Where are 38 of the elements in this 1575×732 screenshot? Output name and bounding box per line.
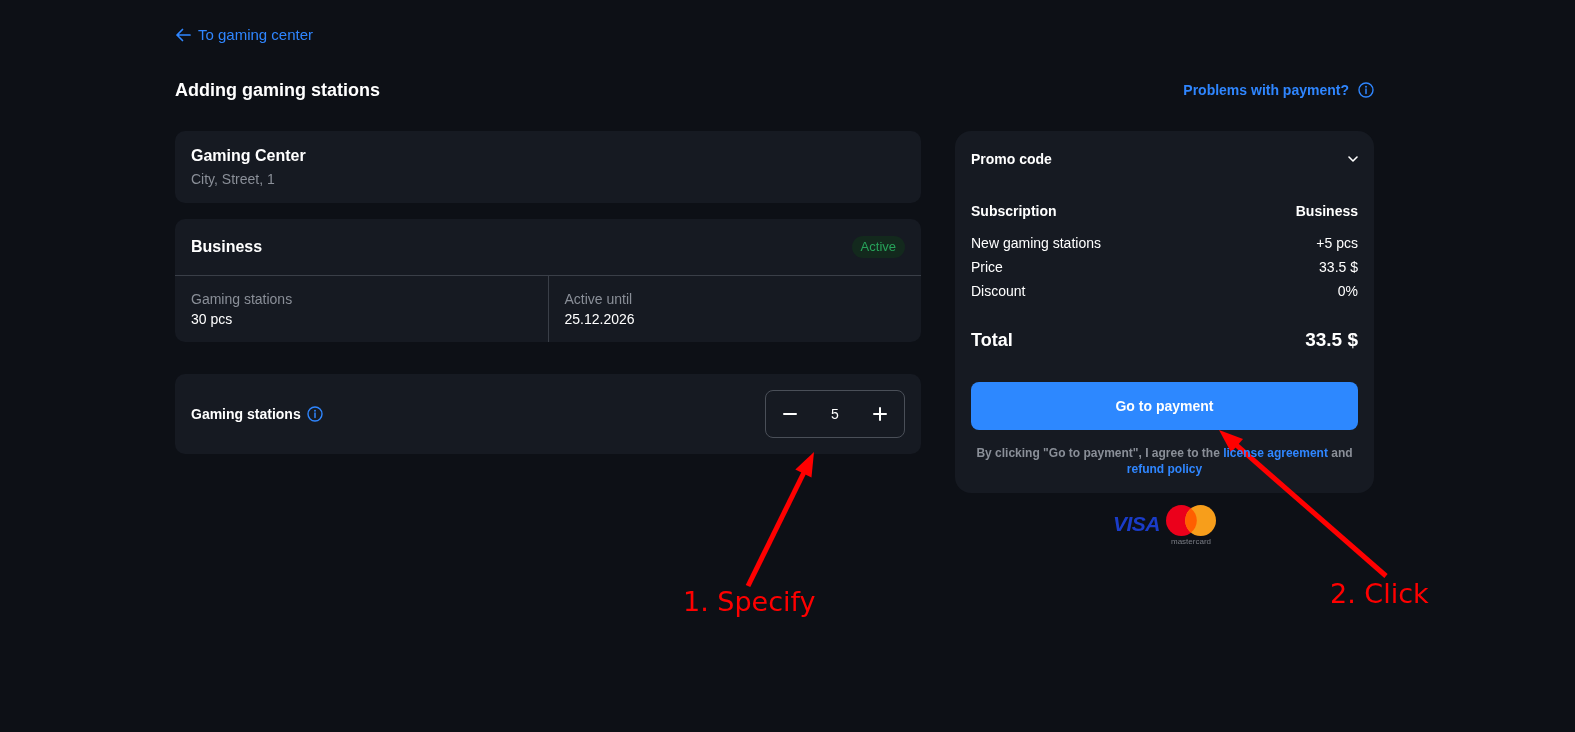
help-link[interactable]: Problems with payment? xyxy=(1183,81,1349,99)
info-icon xyxy=(1358,82,1374,98)
summary-value: Business xyxy=(1295,202,1358,221)
overlapping-circles-icon xyxy=(1166,505,1216,536)
go-to-payment-button[interactable]: Go to payment xyxy=(971,382,1358,430)
stat-value: 25.12.2026 xyxy=(564,310,636,329)
stations-label: Gaming stations xyxy=(191,405,301,423)
status-badge: Active xyxy=(851,236,905,258)
stat-label: Active until xyxy=(564,290,634,309)
card-logo-wordmark: mastercard xyxy=(1171,537,1211,546)
stat-label: Gaming stations xyxy=(191,290,294,309)
promo-code-toggle[interactable]: Promo code xyxy=(971,150,1052,168)
total-label: Total xyxy=(971,329,1013,352)
info-icon xyxy=(306,406,323,422)
back-link[interactable]: To gaming center xyxy=(175,26,314,44)
chevron-down-icon[interactable] xyxy=(1348,156,1358,162)
annotation-label: 1. Specify xyxy=(683,586,816,618)
summary-value: 0% xyxy=(1337,282,1358,301)
minus-icon xyxy=(783,413,797,415)
club-name: Gaming Center xyxy=(191,146,307,166)
card-logo-wordmark: VISA xyxy=(1113,513,1160,535)
page-title: Adding gaming stations xyxy=(175,79,380,101)
summary-label: Price xyxy=(971,258,1003,277)
summary-label: Discount xyxy=(971,282,1026,301)
agreement-link[interactable]: refund policy xyxy=(1126,462,1203,476)
total-value: 33.5 $ xyxy=(1305,328,1358,352)
club-address: City, Street, 1 xyxy=(191,170,276,188)
summary-label: Subscription xyxy=(971,202,1057,221)
plus-icon xyxy=(873,407,887,421)
annotation-label: 2. Click xyxy=(1330,578,1429,610)
plan-name: Business xyxy=(191,237,263,257)
stat-value: 30 pcs xyxy=(191,310,234,329)
summary-value: +5 pcs xyxy=(1316,234,1358,253)
quantity-stepper[interactable]: 5 xyxy=(765,390,905,438)
summary-value: 33.5 $ xyxy=(1319,258,1358,277)
arrow-left-icon xyxy=(175,28,191,42)
summary-label: New gaming stations xyxy=(971,234,1101,253)
quantity-value: 5 xyxy=(830,405,840,423)
